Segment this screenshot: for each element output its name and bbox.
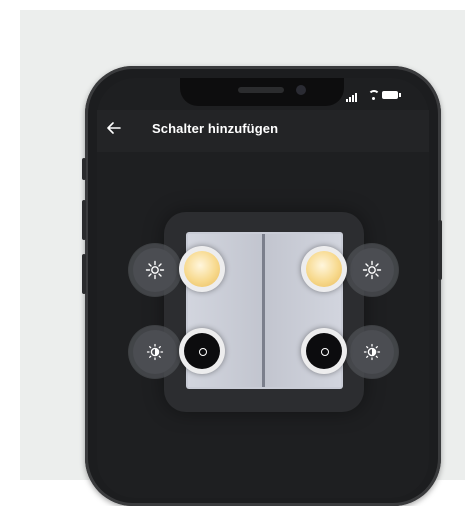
light-off-button-right[interactable] xyxy=(301,328,347,374)
phone-side-button-top xyxy=(82,158,86,180)
off-indicator xyxy=(306,333,342,369)
warm-light-indicator xyxy=(184,251,220,287)
power-dot-icon xyxy=(321,348,329,356)
power-dot-icon xyxy=(199,348,207,356)
phone-power-button xyxy=(438,220,442,280)
arrow-left-icon[interactable] xyxy=(106,120,126,140)
phone-side-button-low xyxy=(82,254,86,294)
speaker-grille xyxy=(238,87,284,93)
brightness-down-button-left[interactable] xyxy=(128,325,182,379)
brightness-down-button-right[interactable] xyxy=(345,325,399,379)
rocker-divider xyxy=(262,234,265,387)
status-bar xyxy=(346,90,406,102)
front-camera xyxy=(296,85,306,95)
page-title: Schalter hinzufügen xyxy=(152,121,279,136)
off-indicator xyxy=(184,333,220,369)
brightness-up-button-right[interactable] xyxy=(345,243,399,297)
brightness-up-button-left[interactable] xyxy=(128,243,182,297)
brightness-down-icon xyxy=(146,343,164,361)
light-on-button-right[interactable] xyxy=(301,246,347,292)
brightness-up-icon xyxy=(362,260,382,280)
phone-side-button-mid xyxy=(82,200,86,240)
phone-notch xyxy=(180,78,344,106)
brightness-down-icon xyxy=(363,343,381,361)
light-on-button-left[interactable] xyxy=(179,246,225,292)
warm-light-indicator xyxy=(306,251,342,287)
light-off-button-left[interactable] xyxy=(179,328,225,374)
brightness-up-icon xyxy=(145,260,165,280)
